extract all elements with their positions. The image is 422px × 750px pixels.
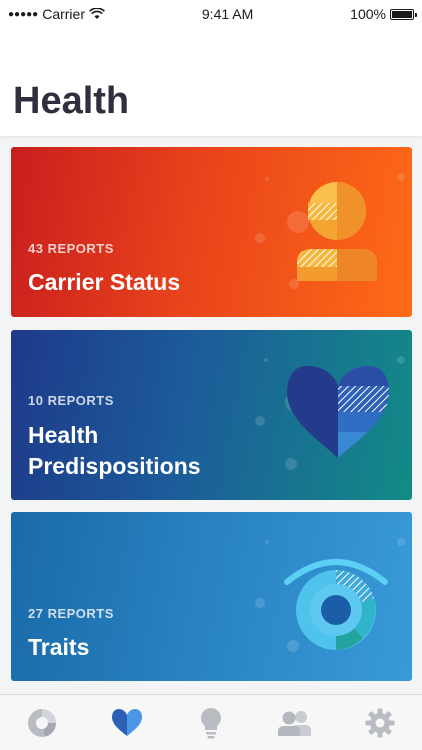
tab-health[interactable]: [105, 701, 149, 745]
lightbulb-icon: [200, 707, 221, 738]
gear-icon: [365, 708, 395, 737]
tab-settings[interactable]: [358, 701, 402, 745]
navigation-header: Health: [0, 28, 422, 136]
carrier-status-card[interactable]: 43 REPORTS Carrier Status: [11, 147, 412, 317]
battery-percent: 100%: [350, 6, 386, 22]
health-predispositions-card[interactable]: Health Predispositions 10 REPORTS: [11, 330, 412, 500]
report-count: 43 REPORTS: [28, 241, 114, 256]
decor-dot: [265, 540, 269, 544]
decor-dot: [397, 173, 405, 181]
eye-icon: [284, 559, 388, 650]
tab-ancestry[interactable]: [20, 701, 64, 745]
ancestry-pie-icon: [28, 708, 57, 737]
status-right: 100%: [350, 6, 417, 22]
wifi-icon: [89, 8, 105, 19]
decor-dot: [397, 356, 405, 364]
card-title: Health Predispositions: [28, 422, 201, 479]
battery-fill: [391, 10, 412, 18]
status-bar: ●●●●● Carrier 9:41 AM 100%: [0, 0, 422, 28]
decor-dot: [255, 598, 265, 608]
heart-icon: [287, 366, 389, 458]
decor-dot: [255, 233, 265, 243]
signal-strength-icon: ●●●●●: [8, 8, 39, 20]
card-title: Traits: [28, 634, 90, 660]
heart-icon: [111, 708, 142, 736]
tab-family[interactable]: [273, 701, 317, 745]
report-count: 10 REPORTS: [28, 393, 114, 408]
clock: 9:41 AM: [201, 6, 254, 22]
report-count: 27 REPORTS: [28, 606, 114, 621]
tab-bar: [0, 694, 422, 750]
person-icon: [297, 182, 377, 281]
status-left: ●●●●● Carrier: [8, 6, 105, 22]
traits-card[interactable]: 27 REPORTS Traits: [11, 512, 412, 681]
tab-insights[interactable]: [189, 701, 233, 745]
people-icon: [278, 710, 312, 736]
carrier-label: Carrier: [42, 6, 85, 22]
page-title: Health: [13, 80, 130, 122]
card-title: Carrier Status: [28, 269, 181, 295]
battery-icon: [389, 8, 417, 20]
decor-dot: [264, 358, 268, 362]
decor-dot: [397, 538, 405, 546]
decor-dot: [265, 177, 269, 181]
